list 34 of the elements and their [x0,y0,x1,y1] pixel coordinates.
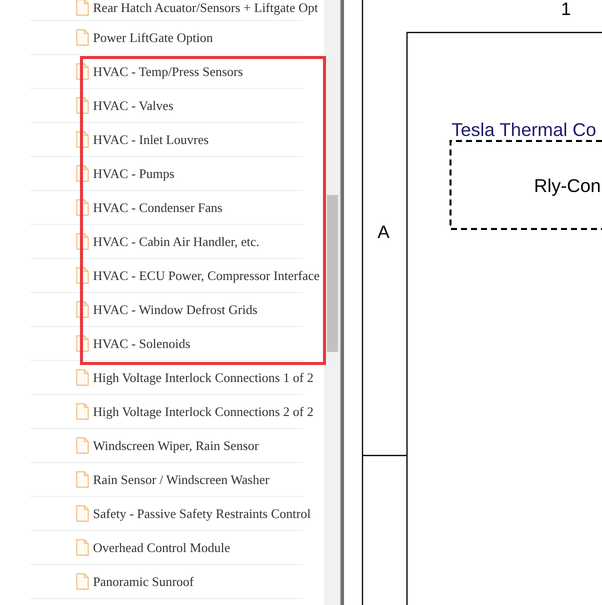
relay-label: Rly-Con [534,175,601,196]
document-link[interactable]: HVAC - Pumps [76,165,174,182]
document-link[interactable]: Safety - Passive Safety Restraints Control [76,505,311,522]
document-icon [76,369,89,386]
document-icon [76,29,89,46]
document-link[interactable]: Power LiftGate Option [76,29,213,46]
zone-column-label: 1 [561,0,571,19]
document-link[interactable]: HVAC - Temp/Press Sensors [76,63,243,80]
document-link[interactable]: HVAC - Valves [76,97,174,114]
document-link[interactable]: High Voltage Interlock Connections 1 of 2 [76,369,314,386]
scrollbar-track[interactable] [324,0,340,605]
document-icon [76,573,89,590]
document-link[interactable]: HVAC - Condenser Fans [76,199,222,216]
zone-divider-line [362,454,407,456]
pane-splitter[interactable] [340,0,344,605]
document-icon [76,539,89,556]
document-link[interactable]: HVAC - ECU Power, Compressor Interface [76,267,320,284]
document-link[interactable]: HVAC - Cabin Air Handler, etc. [76,233,260,250]
document-link[interactable]: Overhead Control Module [76,539,230,556]
document-link[interactable]: Windscreen Wiper, Rain Sensor [76,437,259,454]
document-link[interactable]: HVAC - Window Defrost Grids [76,301,258,318]
document-link[interactable]: HVAC - Inlet Louvres [76,131,209,148]
document-link[interactable]: High Voltage Interlock Connections 2 of 2 [76,403,314,420]
document-icon [76,471,89,488]
document-icon [76,505,89,522]
document-icon [76,403,89,420]
document-link[interactable]: Rear Hatch Acuator/Sensors + Liftgate Opt [76,0,318,16]
document-link[interactable]: HVAC - Solenoids [76,335,190,352]
component-title: Tesla Thermal Co [452,119,596,140]
document-icon [76,437,89,454]
scrollbar-thumb[interactable] [326,195,338,352]
document-link[interactable]: Panoramic Sunroof [76,573,194,590]
document-link[interactable]: Rain Sensor / Windscreen Washer [76,471,270,488]
zone-row-label: A [378,222,390,242]
